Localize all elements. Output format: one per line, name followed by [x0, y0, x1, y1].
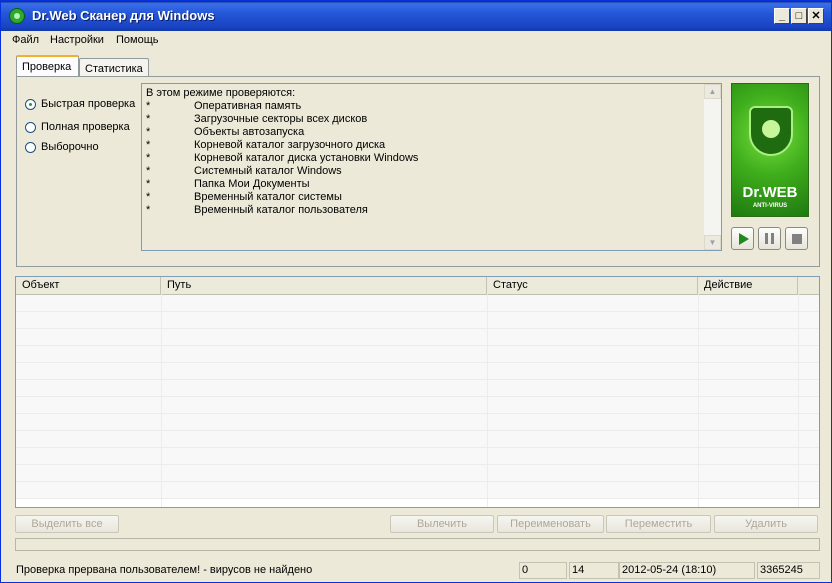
column-separator [161, 294, 162, 507]
title-bar[interactable]: Dr.Web Сканер для Windows _ □ ✕ [1, 1, 831, 31]
column-separator [487, 294, 488, 507]
logo-subtitle: ANTI-VIRUS [752, 203, 788, 209]
status-message: Проверка прервана пользователем! - вирус… [16, 564, 313, 576]
info-item: Корневой каталог загрузочного диска [194, 139, 386, 151]
status-datetime: 2012-05-24 (18:10) [619, 562, 755, 579]
bullet-marker: * [146, 113, 151, 125]
scan-info-box[interactable]: В этом режиме проверяются: * Оперативная… [141, 83, 722, 251]
info-item: Оперативная память [194, 100, 302, 112]
menu-file[interactable]: Файл [12, 34, 39, 46]
info-item: Временный каталог пользователя [194, 204, 368, 216]
pause-scan-button[interactable] [758, 227, 781, 250]
tab-statistics[interactable]: Статистика [79, 58, 149, 78]
stop-icon [792, 234, 802, 244]
logo-brand: Dr.WEB [742, 184, 798, 201]
menu-settings[interactable]: Настройки [50, 34, 104, 46]
menu-bar: Файл Настройки Помощь [1, 32, 831, 50]
results-table[interactable]: Объект Путь Статус Действие [15, 276, 820, 508]
pause-icon [765, 233, 774, 244]
column-separator [698, 294, 699, 507]
bullet-marker: * [146, 152, 151, 164]
tab-scan[interactable]: Проверка [16, 55, 79, 77]
column-status[interactable]: Статус [487, 277, 698, 294]
bullet-marker: * [146, 139, 151, 151]
select-all-button[interactable]: Выделить все [15, 515, 119, 533]
scan-tab-panel: Быстрая проверка Полная проверка Выбороч… [16, 76, 820, 267]
window-title: Dr.Web Сканер для Windows [32, 8, 215, 23]
info-item: Объекты автозапуска [194, 126, 305, 138]
cure-button[interactable]: Вылечить [390, 515, 494, 533]
table-header: Объект Путь Статус Действие [16, 277, 819, 295]
scanner-window: Dr.Web Сканер для Windows _ □ ✕ Файл Нас… [0, 0, 832, 583]
menu-help[interactable]: Помощь [116, 34, 159, 46]
radio-label: Быстрая проверка [41, 98, 136, 110]
bullet-marker: * [146, 126, 151, 138]
column-object[interactable]: Объект [16, 277, 161, 294]
drweb-app-icon [9, 8, 25, 24]
drweb-logo: Dr.WEB ANTI-VIRUS [731, 83, 809, 217]
bullet-marker: * [146, 100, 151, 112]
radio-label: Выборочно [41, 141, 99, 153]
status-count-2: 14 [569, 562, 619, 579]
column-separator [798, 294, 799, 507]
rename-button[interactable]: Переименовать [497, 515, 604, 533]
status-number: 3365245 [757, 562, 820, 579]
info-item: Корневой каталог диска установки Windows [194, 152, 419, 164]
info-item: Папка Мои Документы [194, 178, 310, 190]
info-scrollbar[interactable]: ▲ ▼ [704, 84, 721, 250]
column-path[interactable]: Путь [161, 277, 487, 294]
bullet-marker: * [146, 178, 151, 190]
info-header: В этом режиме проверяются: [146, 87, 296, 99]
info-item: Загрузочные секторы всех дисков [194, 113, 368, 125]
minimize-button[interactable]: _ [774, 8, 790, 24]
column-action[interactable]: Действие [698, 277, 798, 294]
close-button[interactable]: ✕ [808, 8, 824, 24]
scroll-up-icon[interactable]: ▲ [704, 84, 721, 99]
radio-checked-indicator [25, 99, 36, 110]
spider-shield-icon [749, 106, 793, 156]
play-icon [739, 233, 749, 245]
status-count-1: 0 [519, 562, 567, 579]
info-item: Временный каталог системы [194, 191, 342, 203]
radio-indicator [25, 122, 36, 133]
maximize-button[interactable]: □ [791, 8, 807, 24]
bullet-marker: * [146, 204, 151, 216]
delete-button[interactable]: Удалить [714, 515, 818, 533]
radio-label: Полная проверка [41, 121, 130, 133]
move-button[interactable]: Переместить [606, 515, 711, 533]
radio-indicator [25, 142, 36, 153]
scan-progress-bar [15, 538, 820, 551]
bullet-marker: * [146, 165, 151, 177]
stop-scan-button[interactable] [785, 227, 808, 250]
bullet-marker: * [146, 191, 151, 203]
info-item: Системный каталог Windows [194, 165, 342, 177]
start-scan-button[interactable] [731, 227, 754, 250]
scroll-down-icon[interactable]: ▼ [704, 235, 721, 250]
